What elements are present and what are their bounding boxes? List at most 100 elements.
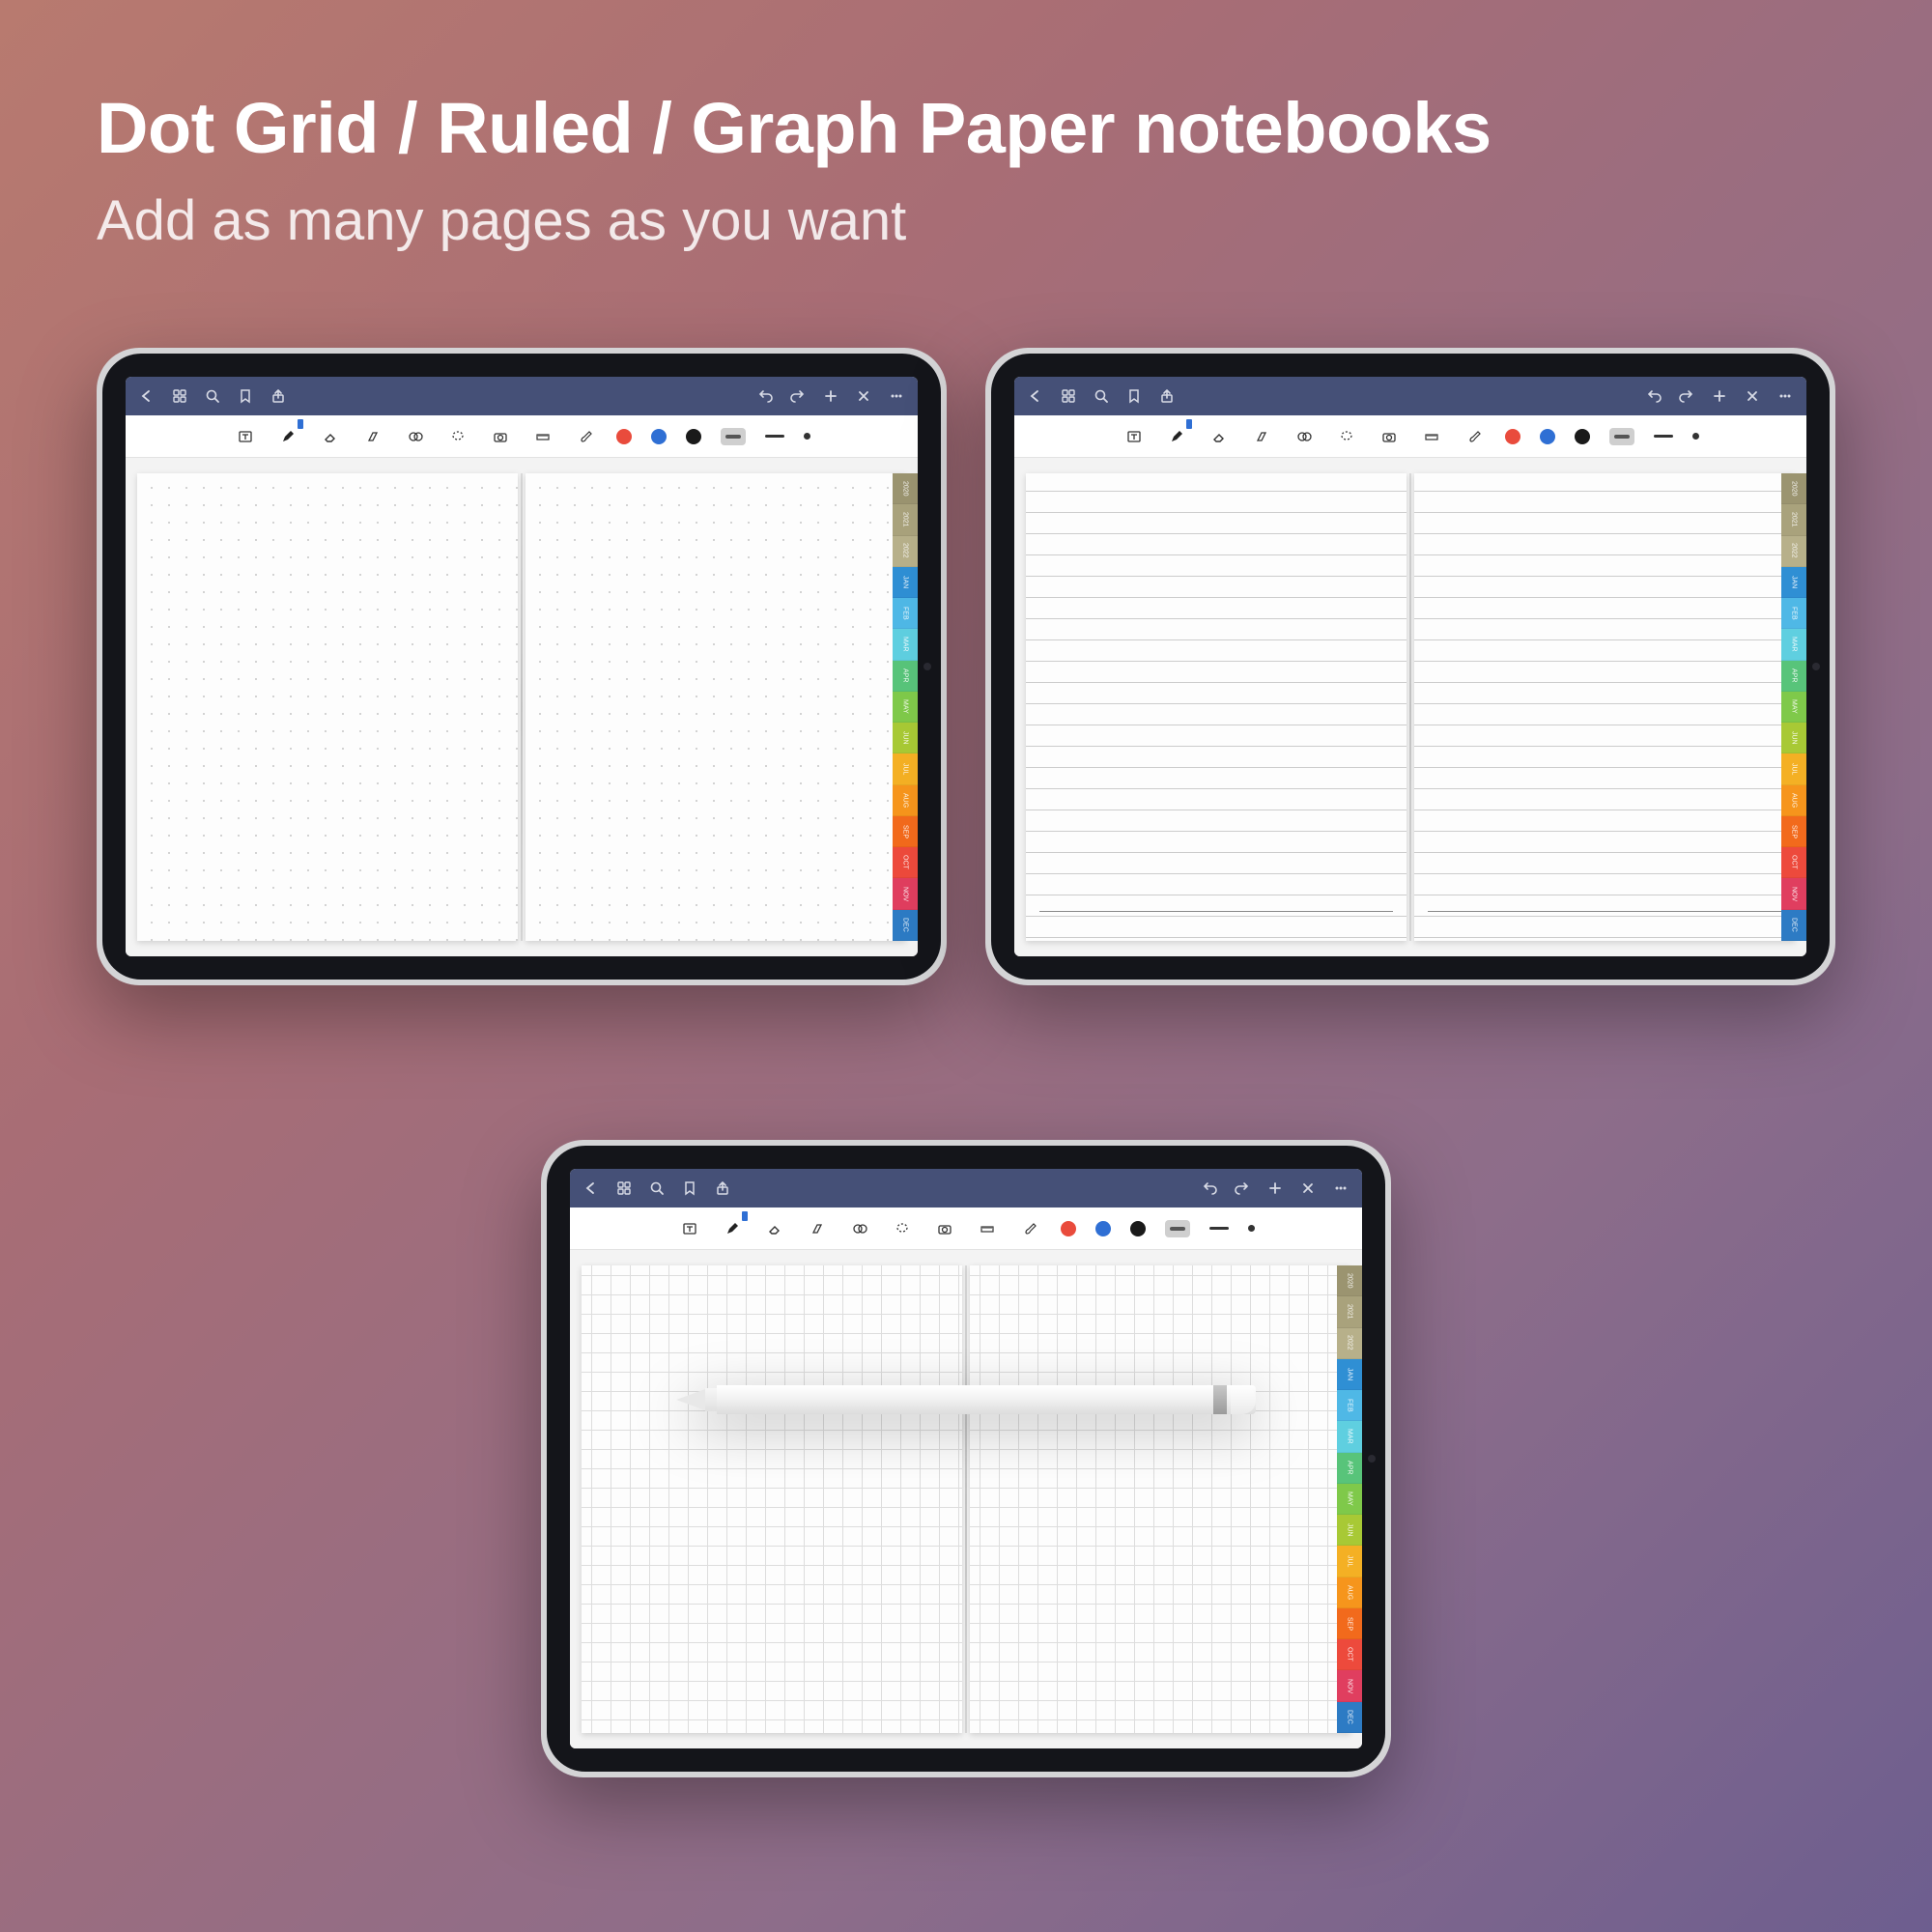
month-tab-mar[interactable]: MAR [893,629,918,660]
month-tab-2020[interactable]: 2020 [1337,1265,1362,1296]
camera-tool[interactable] [933,1217,956,1240]
month-tab-may[interactable]: MAY [893,692,918,723]
month-tab-sep[interactable]: SEP [1781,816,1806,847]
month-tab-jul[interactable]: JUL [1781,753,1806,784]
color-blue[interactable] [1095,1221,1111,1236]
close-icon[interactable] [1745,388,1760,404]
share-icon[interactable] [270,388,286,404]
color-black[interactable] [1575,429,1590,444]
color-red[interactable] [1061,1221,1076,1236]
month-tab-2020[interactable]: 2020 [893,473,918,504]
month-tab-nov[interactable]: NOV [893,878,918,909]
month-tab-jun[interactable]: JUN [1337,1515,1362,1546]
month-tab-jan[interactable]: JAN [893,567,918,598]
page-right[interactable] [526,473,906,941]
month-tab-mar[interactable]: MAR [1781,629,1806,660]
month-tab-2022[interactable]: 2022 [1337,1328,1362,1359]
close-icon[interactable] [856,388,871,404]
stroke-thin[interactable] [1209,1227,1229,1230]
month-tab-may[interactable]: MAY [1781,692,1806,723]
month-tab-jun[interactable]: JUN [893,723,918,753]
month-tab-jan[interactable]: JAN [1337,1359,1362,1390]
highlighter-tool[interactable] [806,1217,829,1240]
brush-tool[interactable] [574,425,597,448]
more-icon[interactable] [1777,388,1793,404]
pen-tool[interactable] [721,1217,744,1240]
month-tab-2021[interactable]: 2021 [1337,1296,1362,1327]
shapes-tool[interactable] [848,1217,871,1240]
month-tab-2020[interactable]: 2020 [1781,473,1806,504]
month-tab-feb[interactable]: FEB [893,598,918,629]
shapes-tool[interactable] [1293,425,1316,448]
text-box-tool[interactable] [234,425,257,448]
month-tab-dec[interactable]: DEC [1337,1702,1362,1733]
thumbnails-icon[interactable] [1061,388,1076,404]
month-tab-nov[interactable]: NOV [1337,1670,1362,1701]
lasso-tool[interactable] [446,425,469,448]
eraser-tool[interactable] [319,425,342,448]
page-left[interactable] [1026,473,1406,941]
shapes-tool[interactable] [404,425,427,448]
share-icon[interactable] [715,1180,730,1196]
stroke-thin[interactable] [765,435,784,438]
redo-icon[interactable] [790,388,806,404]
highlighter-tool[interactable] [361,425,384,448]
month-tab-2021[interactable]: 2021 [893,504,918,535]
lasso-tool[interactable] [1335,425,1358,448]
close-icon[interactable] [1300,1180,1316,1196]
search-icon[interactable] [205,388,220,404]
search-icon[interactable] [649,1180,665,1196]
month-tab-jul[interactable]: JUL [1337,1546,1362,1577]
stroke-thick[interactable] [1165,1220,1190,1237]
stroke-thick[interactable] [721,428,746,445]
text-box-tool[interactable] [678,1217,701,1240]
bookmark-icon[interactable] [1126,388,1142,404]
add-icon[interactable] [823,388,838,404]
color-black[interactable] [1130,1221,1146,1236]
month-tab-apr[interactable]: APR [1337,1453,1362,1484]
page-right[interactable] [1414,473,1795,941]
eraser-tool[interactable] [763,1217,786,1240]
bookmark-icon[interactable] [682,1180,697,1196]
month-tab-jun[interactable]: JUN [1781,723,1806,753]
page-right[interactable] [970,1265,1350,1733]
color-blue[interactable] [1540,429,1555,444]
color-red[interactable] [616,429,632,444]
color-red[interactable] [1505,429,1520,444]
month-tab-feb[interactable]: FEB [1781,598,1806,629]
undo-icon[interactable] [1646,388,1662,404]
ruler-tool[interactable] [1420,425,1443,448]
text-box-tool[interactable] [1122,425,1146,448]
pen-tool[interactable] [1165,425,1188,448]
ruler-tool[interactable] [531,425,554,448]
month-tab-oct[interactable]: OCT [893,847,918,878]
brush-tool[interactable] [1463,425,1486,448]
month-tab-aug[interactable]: AUG [1337,1577,1362,1608]
highlighter-tool[interactable] [1250,425,1273,448]
eraser-tool[interactable] [1208,425,1231,448]
month-tab-oct[interactable]: OCT [1781,847,1806,878]
more-icon[interactable] [1333,1180,1349,1196]
undo-icon[interactable] [757,388,773,404]
back-icon[interactable] [583,1180,599,1196]
stroke-dot[interactable] [1248,1225,1255,1232]
redo-icon[interactable] [1679,388,1694,404]
undo-icon[interactable] [1202,1180,1217,1196]
pen-tool[interactable] [276,425,299,448]
month-tab-jan[interactable]: JAN [1781,567,1806,598]
back-icon[interactable] [1028,388,1043,404]
thumbnails-icon[interactable] [172,388,187,404]
month-tab-aug[interactable]: AUG [1781,785,1806,816]
month-tab-apr[interactable]: APR [1781,661,1806,692]
add-icon[interactable] [1267,1180,1283,1196]
stroke-thick[interactable] [1609,428,1634,445]
lasso-tool[interactable] [891,1217,914,1240]
month-tab-feb[interactable]: FEB [1337,1390,1362,1421]
thumbnails-icon[interactable] [616,1180,632,1196]
month-tab-oct[interactable]: OCT [1337,1639,1362,1670]
back-icon[interactable] [139,388,155,404]
month-tab-sep[interactable]: SEP [893,816,918,847]
page-left[interactable] [582,1265,962,1733]
month-tab-jul[interactable]: JUL [893,753,918,784]
stroke-thin[interactable] [1654,435,1673,438]
